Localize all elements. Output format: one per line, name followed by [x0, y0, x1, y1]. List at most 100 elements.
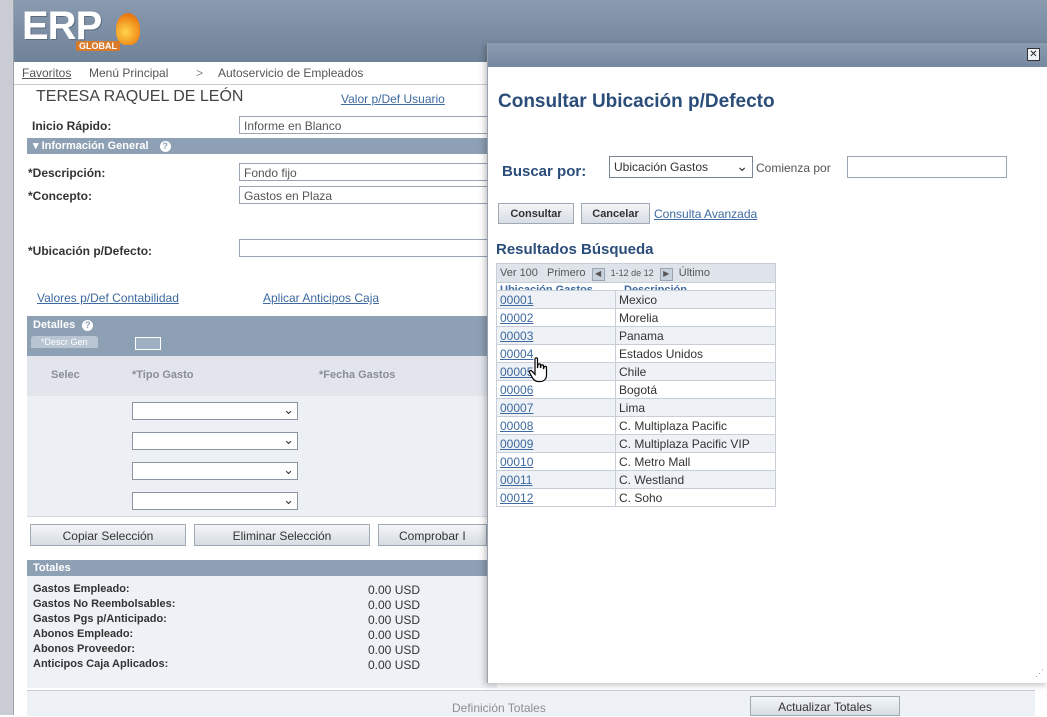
location-code-link[interactable]: 00008 [500, 419, 533, 433]
breadcrumb-employee-self-service[interactable]: Autoservicio de Empleados [218, 66, 363, 80]
description-input[interactable]: Fondo fijo [239, 163, 489, 181]
table-row[interactable]: 00006 Bogotá [496, 380, 776, 399]
location-description: C. Westland [615, 470, 776, 489]
logo-flame-icon [116, 13, 140, 45]
breadcrumb-favorites[interactable]: Favoritos [22, 66, 71, 80]
concept-select[interactable]: Gastos en Plaza [239, 186, 489, 204]
copy-selection-button[interactable]: Copiar Selección [30, 524, 186, 546]
employee-name: TERESA RAQUEL DE LEÓN [36, 88, 244, 105]
chevron-down-icon: ⌄ [283, 432, 294, 447]
general-info-title: Información General [41, 140, 149, 152]
breadcrumb-main-menu[interactable]: Menú Principal [89, 66, 168, 80]
check-button[interactable]: Comprobar I [378, 524, 487, 546]
detail-row: ⌄ [27, 426, 497, 457]
location-description: Estados Unidos [615, 344, 776, 363]
totals-label: Gastos Pgs p/Anticipado: [33, 613, 167, 625]
cancel-button[interactable]: Cancelar [581, 203, 650, 224]
prev-arrow-icon[interactable]: ◀ [591, 268, 605, 281]
help-icon[interactable]: ? [159, 141, 171, 152]
location-code-link[interactable]: 00010 [500, 455, 533, 469]
expense-type-select[interactable]: ⌄ [132, 432, 298, 450]
accounting-defaults-link[interactable]: Valores p/Def Contabilidad [37, 291, 179, 305]
location-code-link[interactable]: 00002 [500, 311, 533, 325]
update-totals-button[interactable]: Actualizar Totales [750, 696, 900, 716]
next-arrow-icon[interactable]: ▶ [659, 268, 673, 281]
location-code-link[interactable]: 00009 [500, 437, 533, 451]
grid-view-icon[interactable] [135, 337, 161, 350]
app-window: ERP GLOBAL Favoritos Menú Principal > Au… [0, 0, 1047, 716]
detail-row: ⌄ [27, 486, 497, 517]
totals-value: 0.00 USD [368, 643, 421, 657]
location-code-link[interactable]: 00001 [500, 293, 533, 307]
apply-advances-link[interactable]: Aplicar Anticipos Caja [263, 291, 379, 305]
close-icon[interactable]: ✕ [1027, 48, 1040, 61]
modal-title-bar: ✕ [488, 43, 1047, 67]
first-link[interactable]: Primero [547, 267, 586, 279]
location-description: C. Multiplaza Pacific [615, 416, 776, 435]
default-location-input[interactable] [239, 239, 489, 257]
location-code-link[interactable]: 00003 [500, 329, 533, 343]
table-row[interactable]: 00002 Morelia [496, 308, 776, 327]
general-info-header: ▾ Información General ? [27, 138, 497, 154]
consult-button[interactable]: Consultar [498, 203, 574, 224]
location-code-link[interactable]: 00006 [500, 383, 533, 397]
totals-value: 0.00 USD [368, 598, 421, 612]
chevron-down-icon: ⌄ [283, 462, 294, 477]
description-value: Fondo fijo [244, 166, 297, 180]
default-location-label: *Ubicación p/Defecto: [28, 244, 153, 258]
totals-definition-link[interactable]: Definición Totales [452, 701, 546, 715]
advanced-search-link[interactable]: Consulta Avanzada [654, 207, 757, 221]
pager-range: 1-12 de 12 [610, 268, 654, 278]
table-row[interactable]: 00007 Lima [496, 398, 776, 417]
last-link[interactable]: Último [679, 267, 710, 279]
expense-type-select[interactable]: ⌄ [132, 402, 298, 420]
location-description: Mexico [615, 290, 776, 309]
expense-type-select[interactable]: ⌄ [132, 462, 298, 480]
table-row[interactable]: 00011 C. Westland [496, 470, 776, 489]
chevron-down-icon: ⌄ [736, 158, 748, 174]
totals-value: 0.00 USD [368, 613, 421, 627]
lookup-modal: ✕ Consultar Ubicación p/Defecto Buscar p… [487, 43, 1047, 683]
location-description: Lima [615, 398, 776, 417]
search-by-value: Ubicación Gastos [614, 160, 709, 174]
collapse-icon[interactable]: ▾ [33, 140, 42, 152]
view-100-link[interactable]: Ver 100 [500, 267, 538, 279]
table-row[interactable]: 00010 C. Metro Mall [496, 452, 776, 471]
details-help-icon[interactable]: ? [82, 320, 94, 331]
location-description: Bogotá [615, 380, 776, 399]
table-row[interactable]: 00008 C. Multiplaza Pacific [496, 416, 776, 435]
location-description: C. Soho [615, 488, 776, 507]
expense-type-select[interactable]: ⌄ [132, 492, 298, 510]
chevron-down-icon: ⌄ [283, 402, 294, 417]
detail-row: ⌄ [27, 456, 497, 487]
begins-with-label: Comienza por [756, 161, 831, 175]
location-code-link[interactable]: 00007 [500, 401, 533, 415]
delete-selection-button[interactable]: Eliminar Selección [194, 524, 370, 546]
description-label: *Descripción: [28, 166, 106, 180]
quick-start-value: Informe en Blanco [244, 119, 342, 133]
begins-with-input[interactable] [847, 156, 1007, 178]
search-by-label: Buscar por: [502, 163, 587, 180]
search-by-select[interactable]: Ubicación Gastos ⌄ [609, 156, 753, 178]
details-table-header: Selec *Tipo Gasto *Fecha Gastos [27, 356, 497, 397]
results-pager: Ver 100 Primero ◀ 1-12 de 12 ▶ Último [496, 263, 776, 283]
resize-grip-icon[interactable]: ⋰ [1035, 668, 1044, 679]
quick-start-select[interactable]: Informe en Blanco [239, 116, 489, 134]
user-default-link[interactable]: Valor p/Def Usuario [341, 92, 445, 106]
logo-subtext: GLOBAL [76, 41, 120, 51]
tab-descr-gen[interactable]: *Descr Gen [31, 336, 98, 348]
erp-logo: ERP GLOBAL [22, 4, 140, 54]
table-row[interactable]: 00001 Mexico [496, 290, 776, 309]
concept-value: Gastos en Plaza [244, 189, 333, 203]
location-code-link[interactable]: 00012 [500, 491, 533, 505]
totals-label: Abonos Empleado: [33, 628, 134, 640]
table-row[interactable]: 00012 C. Soho [496, 488, 776, 507]
totals-label: Gastos Empleado: [33, 583, 130, 595]
details-tabstrip: *Descr Gen [27, 334, 497, 356]
breadcrumb-separator: > [196, 66, 204, 80]
table-row[interactable]: 00003 Panama [496, 326, 776, 345]
modal-title: Consultar Ubicación p/Defecto [498, 91, 775, 112]
hand-pointer-cursor-icon [528, 357, 548, 383]
table-row[interactable]: 00009 C. Multiplaza Pacific VIP [496, 434, 776, 453]
location-code-link[interactable]: 00011 [500, 473, 532, 487]
